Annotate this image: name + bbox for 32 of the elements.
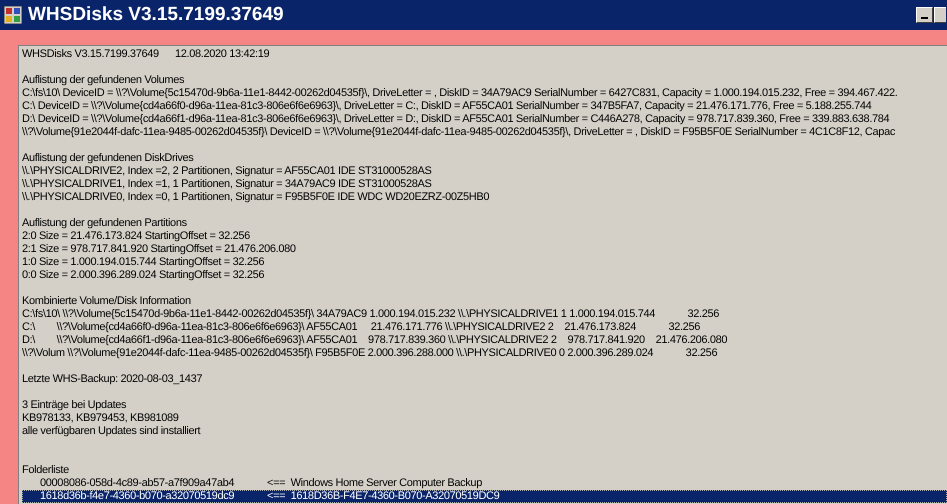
output-line: C:\fs\10\ DeviceID = \\?\Volume{5c15470d-9b6a-11e1-8442-00262d04535f}\, DriveLetter = , DiskID = 34A79AC9 SerialNumber = 6427C831, Capacity = 1.000.194.015.232, Free = 394.467.422. [22,87,898,100]
output-line: C:\fs\10\ \\?\Volume{5c15470d-9b6a-11e1-8442-00262d04535f}\ 34A79AC9 1.000.194.015.232 \\.\PHYSICALDRIVE1 1 1.000.194.015.744 32.256 [22,308,720,321]
section-heading: Auflistung der gefundenen Volumes [22,74,186,87]
output-line: 2:0 Size = 21.476.173.824 StartingOffset = 32.256 [22,230,251,243]
header-line: WHSDisks V3.15.7199.37649 12.08.2020 13:42:19 [22,48,270,61]
maximize-button[interactable] [934,7,946,23]
section-heading: Auflistung der gefundenen Partitions [22,217,188,230]
output-line: 1:0 Size = 1.000.194.015.744 StartingOffset = 32.256 [22,256,266,269]
output-line: KB978133, KB979453, KB981089 [22,412,180,425]
section-heading: Auflistung der gefundenen DiskDrives [22,152,194,165]
output-line: alle verfügbaren Updates sind installiert [22,425,202,438]
output-line: 3 Einträge bei Updates [22,399,128,412]
window-title: WHSDisks V3.15.7199.37649 [28,3,285,27]
output-line: \\?\Volume{91e2044f-dafc-11ea-9485-00262d04535f}\ DeviceID = \\?\Volume{91e2044f-dafc-11ea-9485-00262d04535f}\, DriveLetter = , DiskID = F95B5F0E SerialNumber = 4C1C8F12, Capac [22,126,896,139]
output-line: \\.\PHYSICALDRIVE1, Index =1, 1 Partitionen, Signatur = 34A79AC9 IDE ST31000528AS [22,178,432,191]
section-heading: Kombinierte Volume/Disk Information [22,295,192,308]
output-line: D:\ DeviceID = \\?\Volume{cd4a66f1-d96a-11ea-81c3-806e6f6e6963}\, DriveLetter = D:, DiskID = AF55CA01 SerialNumber = C446A278, Capacity = 978.717.839.360, Free = 339.883.638.784 [22,113,890,126]
section-heading: Folderliste [22,464,70,477]
output-line: Letzte WHS-Backup: 2020-08-03_1437 [22,373,204,386]
output-line: 2:1 Size = 978.717.841.920 StartingOffset = 21.476.206.080 [22,243,297,256]
output-line: C:\ \\?\Volume{cd4a66f0-d96a-11ea-81c3-806e6f6e6963}\ AF55CA01 21.476.171.776 \\.\PHYSICALDRIVE2 2 21.476.173.824 32.256 [22,321,701,334]
output-line: C:\ DeviceID = \\?\Volume{cd4a66f0-d96a-11ea-81c3-806e6f6e6963}\, DriveLetter = C:, DiskID = AF55CA01 SerialNumber = 347B5FA7, Capacity = 21.476.171.776, Free = 5.188.255.744 [22,100,872,113]
minimize-button[interactable] [916,7,933,23]
output-line: \\.\PHYSICALDRIVE0, Index =0, 1 Partitionen, Signatur = F95B5F0E IDE WDC WD20EZRZ-00Z5HB0 [22,191,490,204]
output-line: D:\ \\?\Volume{cd4a66f1-d96a-11ea-81c3-806e6f6e6963}\ AF55CA01 978.717.839.360 \\.\PHYSICALDRIVE2 2 978.717.841.920 21.476.206.080 [22,334,728,347]
app-icon [4,6,22,24]
folder-list-item[interactable]: 00008086-058d-4c89-ab57-a7f909a47ab4 <== Windows Home Server Computer Backup [22,477,947,490]
output-line: \\.\PHYSICALDRIVE2, Index =2, 2 Partitionen, Signatur = AF55CA01 IDE ST31000528AS [22,165,432,178]
output-line: 0:0 Size = 2.000.396.289.024 StartingOffset = 32.256 [22,269,266,282]
output-line: \\?\Volum \\?\Volume{91e2044f-dafc-11ea-9485-00262d04535f}\ F95B5F0E 2.000.396.288.000 \\.\PHYSICALDRIVE0 0 2.000.396.289.024 32.256 [22,347,718,360]
folder-list-item[interactable]: 1618d36b-f4e7-4360-b070-a32070519dc9 <== 1618D36B-F4E7-4360-B070-A32070519DC9 [22,490,947,503]
minimize-icon [921,17,928,19]
